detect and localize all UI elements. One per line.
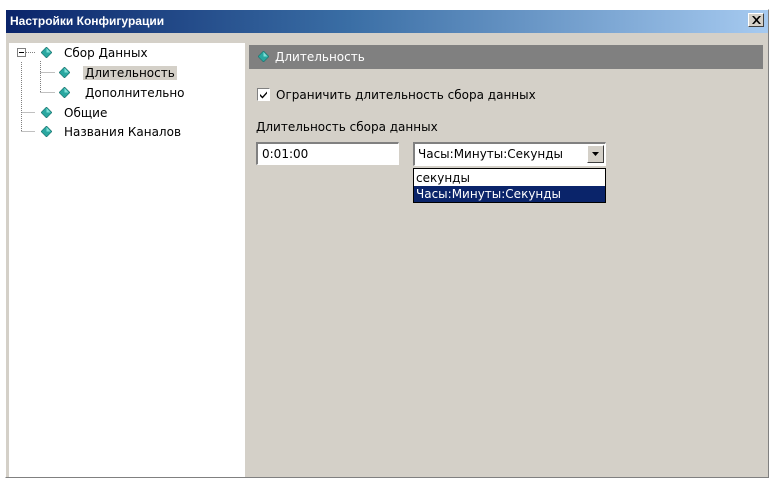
diamond-icon — [258, 51, 269, 62]
dropdown-option-seconds[interactable]: секунды — [414, 170, 605, 186]
title-bar[interactable]: Настройки Конфигурации — [6, 10, 768, 33]
dropdown-option-hms[interactable]: Часы:Минуты:Секунды — [414, 186, 605, 202]
duration-input[interactable]: 0:01:00 — [256, 142, 399, 165]
tree-item-data-collection[interactable]: Сбор Данных — [9, 44, 245, 62]
tree-item-label: Общие — [64, 106, 108, 120]
time-format-select[interactable]: Часы:Минуты:Секунды — [413, 142, 606, 166]
duration-field-label: Длительность сбора данных — [256, 120, 438, 134]
section-header: Длительность — [249, 45, 763, 69]
tree-item-label: Названия Каналов — [64, 125, 182, 139]
tree-item-duration[interactable]: Длительность — [9, 64, 245, 82]
limit-duration-label[interactable]: Ограничить длительность сбора данных — [276, 88, 536, 102]
settings-tree: Сбор Данных Длительность Дополнительно О… — [9, 43, 245, 477]
tree-item-channel-names[interactable]: Названия Каналов — [9, 123, 245, 141]
tree-item-label: Длительность — [83, 66, 177, 80]
chevron-down-icon — [592, 152, 599, 156]
section-title: Длительность — [275, 50, 365, 64]
diamond-icon — [41, 107, 52, 118]
limit-duration-checkbox[interactable] — [257, 88, 270, 101]
diamond-icon — [59, 67, 70, 78]
checkmark-icon — [260, 91, 267, 99]
diamond-icon — [41, 47, 52, 58]
tree-item-additional[interactable]: Дополнительно — [9, 84, 245, 102]
tree-item-general[interactable]: Общие — [9, 104, 245, 122]
time-format-value: Часы:Минуты:Секунды — [418, 147, 564, 161]
close-button[interactable] — [748, 13, 764, 27]
close-icon — [752, 16, 761, 24]
time-format-options-list: секунды Часы:Минуты:Секунды — [413, 168, 606, 203]
tree-item-label: Дополнительно — [85, 86, 185, 100]
dropdown-button[interactable] — [587, 145, 604, 163]
diamond-icon — [41, 126, 52, 137]
diamond-icon — [59, 87, 70, 98]
tree-item-label: Сбор Данных — [64, 46, 148, 60]
window-title: Настройки Конфигурации — [10, 14, 165, 28]
